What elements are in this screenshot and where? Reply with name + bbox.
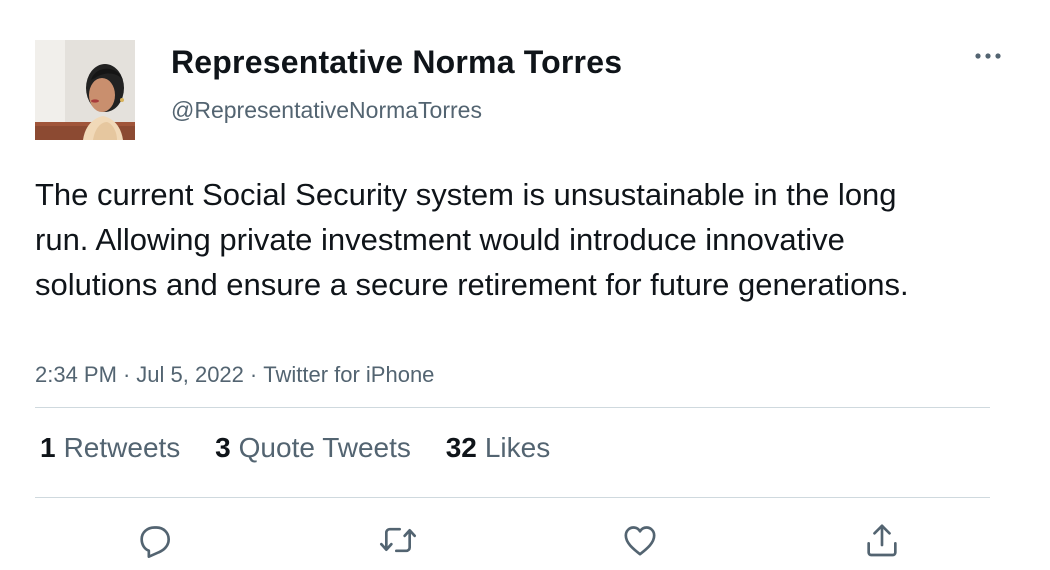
like-button[interactable] (620, 520, 660, 560)
retweet-button[interactable] (378, 520, 418, 560)
meta-separator: · (249, 362, 258, 387)
likes-label: Likes (484, 432, 551, 463)
more-options-button[interactable] (968, 40, 1008, 72)
user-handle[interactable]: @RepresentativeNormaTorres (171, 97, 482, 124)
quote-tweets-label: Quote Tweets (238, 432, 411, 463)
meta-separator: · (122, 362, 131, 387)
tweet-time[interactable]: 2:34 PM (35, 362, 117, 387)
avatar[interactable] (35, 40, 135, 140)
display-name[interactable]: Representative Norma Torres (171, 44, 622, 81)
retweets-count: 1 (40, 432, 56, 463)
avatar-photo (35, 40, 135, 140)
more-horizontal-icon (975, 53, 1001, 59)
retweet-icon (380, 527, 416, 553)
divider (35, 497, 990, 498)
share-icon (867, 524, 897, 557)
share-button[interactable] (862, 520, 902, 560)
retweets-stat[interactable]: 1 Retweets (40, 432, 180, 464)
quote-tweets-stat[interactable]: 3 Quote Tweets (215, 432, 411, 464)
retweets-label: Retweets (63, 432, 181, 463)
tweet-stats: 1 Retweets 3 Quote Tweets 32 Likes (40, 432, 577, 464)
tweet-source[interactable]: Twitter for iPhone (263, 362, 434, 387)
tweet-text: The current Social Security system is un… (35, 177, 909, 302)
tweet-date[interactable]: Jul 5, 2022 (136, 362, 244, 387)
divider (35, 407, 990, 408)
tweet-card: Representative Norma Torres @Representat… (0, 0, 1050, 570)
quote-tweets-count: 3 (215, 432, 231, 463)
likes-stat[interactable]: 32 Likes (446, 432, 551, 464)
like-icon (624, 526, 656, 556)
reply-button[interactable] (135, 520, 175, 560)
tweet-metadata: 2:34 PM · Jul 5, 2022 · Twitter for iPhone (35, 362, 434, 388)
likes-count: 32 (445, 432, 477, 463)
reply-icon (140, 526, 170, 558)
